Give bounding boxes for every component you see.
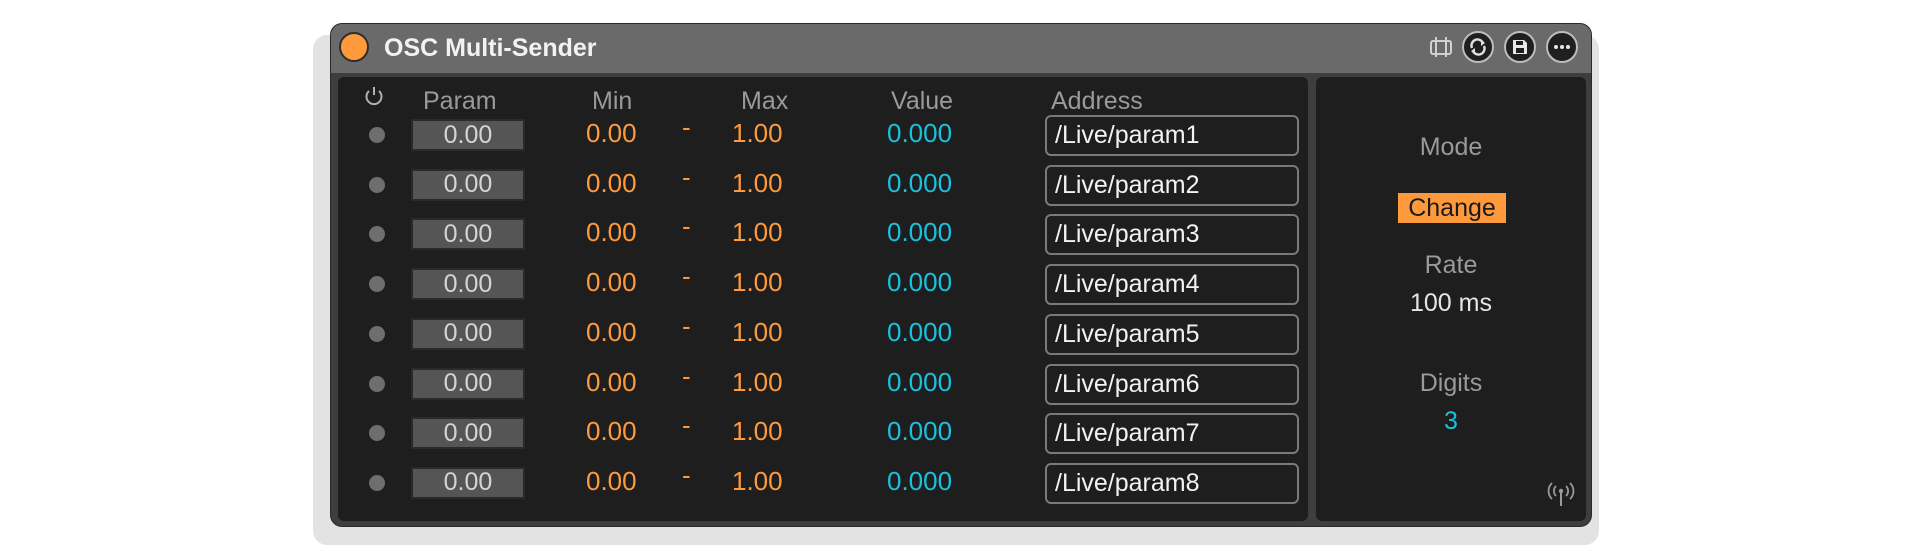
row-enable-led[interactable] [369, 176, 385, 193]
param-number-box[interactable]: 0.00 [411, 268, 525, 301]
row-enable-led[interactable] [369, 325, 385, 342]
header-value: Value [891, 87, 954, 115]
table-row-3: 0.00 0.00 - 1.00 0.000 /Live/param3 [338, 211, 1308, 256]
mode-selector[interactable]: Change [1398, 193, 1506, 223]
table-row-8: 0.00 0.00 - 1.00 0.000 /Live/param8 [338, 459, 1308, 504]
range-separator: - [682, 459, 691, 490]
header-param: Param [423, 87, 497, 115]
output-value: 0.000 [887, 465, 953, 496]
range-separator: - [682, 360, 691, 391]
device-title: OSC Multi-Sender [384, 34, 597, 62]
range-separator: - [682, 112, 691, 142]
header-address: Address [1051, 87, 1143, 115]
max-value[interactable]: 1.00 [732, 466, 783, 497]
min-value[interactable]: 0.00 [586, 416, 637, 447]
rate-label: Rate [1424, 251, 1478, 279]
max-value[interactable]: 1.00 [732, 168, 783, 199]
digits-label: Digits [1419, 369, 1483, 397]
max-value[interactable]: 1.00 [732, 217, 783, 248]
range-separator: - [682, 261, 691, 292]
save-icon[interactable] [1504, 31, 1536, 63]
max-value[interactable]: 1.00 [732, 367, 783, 398]
table-row-1: 0.00 0.00 - 1.00 0.000 /Live/param1 [338, 112, 1308, 156]
range-separator: - [682, 410, 691, 441]
min-value[interactable]: 0.00 [586, 317, 637, 348]
header-min: Min [592, 87, 633, 115]
osc-address-field[interactable]: /Live/param3 [1045, 214, 1299, 256]
row-enable-led[interactable] [369, 474, 385, 491]
parameter-table-panel: Param Min Max Value Address 0.00 0.00 - … [338, 77, 1308, 521]
param-number-box[interactable]: 0.00 [411, 317, 525, 350]
osc-address-field[interactable]: /Live/param6 [1045, 363, 1299, 405]
osc-address-field[interactable]: /Live/param5 [1045, 313, 1299, 355]
osc-address-field[interactable]: /Live/param7 [1045, 413, 1299, 455]
osc-address-field[interactable]: /Live/param1 [1045, 115, 1299, 156]
max-value[interactable]: 1.00 [732, 317, 783, 348]
settings-panel: Mode Change Rate 100 ms Digits 3 [1316, 77, 1586, 521]
refresh-icon[interactable] [1462, 31, 1494, 63]
min-value[interactable]: 0.00 [586, 466, 637, 497]
param-number-box[interactable]: 0.00 [411, 218, 525, 251]
range-separator: - [682, 310, 691, 341]
param-number-box[interactable]: 0.00 [411, 168, 525, 201]
row-enable-led[interactable] [369, 276, 385, 293]
range-separator: - [682, 161, 691, 192]
range-separator: - [682, 211, 691, 242]
output-value: 0.000 [887, 316, 953, 347]
device-activator-toggle[interactable] [339, 32, 369, 62]
table-row-2: 0.00 0.00 - 1.00 0.000 /Live/param2 [338, 161, 1308, 206]
output-value: 0.000 [887, 416, 953, 447]
power-icon [363, 85, 385, 114]
max-value[interactable]: 1.00 [732, 416, 783, 447]
table-row-5: 0.00 0.00 - 1.00 0.000 /Live/param5 [338, 310, 1308, 355]
rate-value[interactable]: 100 ms [1316, 289, 1586, 318]
max-value[interactable]: 1.00 [732, 267, 783, 298]
row-enable-led[interactable] [369, 226, 385, 243]
osc-address-field[interactable]: /Live/param8 [1045, 462, 1299, 504]
row-enable-led[interactable] [369, 375, 385, 392]
broadcast-icon [1546, 479, 1576, 514]
min-value[interactable]: 0.00 [586, 217, 637, 248]
header-max: Max [741, 87, 789, 115]
table-row-4: 0.00 0.00 - 1.00 0.000 /Live/param4 [338, 261, 1308, 306]
table-row-6: 0.00 0.00 - 1.00 0.000 /Live/param6 [338, 360, 1308, 405]
output-value: 0.000 [887, 217, 953, 248]
param-number-box[interactable]: 0.00 [411, 119, 525, 151]
osc-address-field[interactable]: /Live/param2 [1045, 164, 1299, 206]
param-number-box[interactable]: 0.00 [411, 466, 525, 499]
param-number-box[interactable]: 0.00 [411, 367, 525, 400]
min-value[interactable]: 0.00 [586, 118, 637, 149]
row-enable-led[interactable] [369, 127, 385, 143]
device-title-bar: OSC Multi-Sender [331, 24, 1591, 73]
min-value[interactable]: 0.00 [586, 267, 637, 298]
table-row-7: 0.00 0.00 - 1.00 0.000 /Live/param7 [338, 410, 1308, 455]
digits-value[interactable]: 3 [1316, 407, 1586, 436]
min-value[interactable]: 0.00 [586, 168, 637, 199]
osc-address-field[interactable]: /Live/param4 [1045, 264, 1299, 306]
device-hotswap-icon[interactable] [1425, 31, 1457, 63]
output-value: 0.000 [887, 167, 953, 198]
mode-label: Mode [1419, 133, 1483, 161]
row-enable-led[interactable] [369, 425, 385, 442]
min-value[interactable]: 0.00 [586, 367, 637, 398]
max-value[interactable]: 1.00 [732, 118, 783, 149]
output-value: 0.000 [887, 366, 953, 397]
param-number-box[interactable]: 0.00 [411, 417, 525, 450]
output-value: 0.000 [887, 267, 953, 298]
osc-multi-sender-device: OSC Multi-Sender Param Min Max Value Add… [330, 23, 1592, 527]
more-options-icon[interactable] [1546, 31, 1578, 63]
output-value: 0.000 [887, 118, 953, 148]
